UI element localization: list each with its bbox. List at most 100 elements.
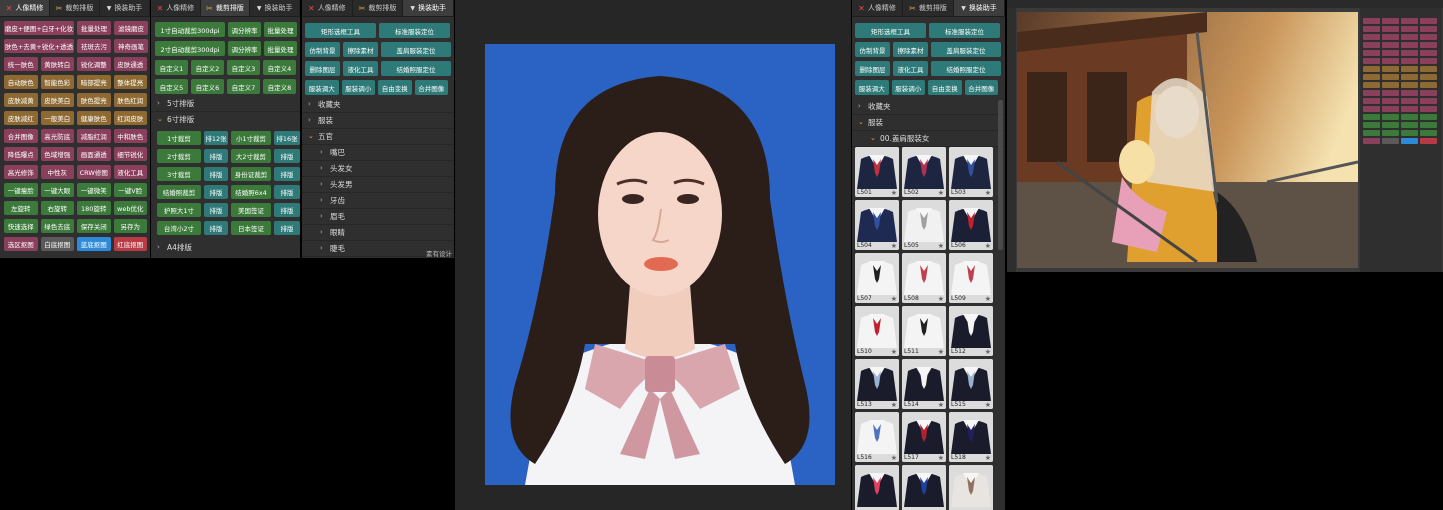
tool-button[interactable]: 红底抠图 [113, 237, 147, 251]
mini-tool-chip[interactable] [1401, 66, 1418, 72]
tool-button[interactable]: 白底抠图 [40, 237, 74, 251]
tool-button[interactable]: 健康肤色 [77, 111, 111, 125]
tool-button[interactable]: 一键微笑 [77, 183, 111, 197]
star-icon[interactable]: ★ [891, 348, 897, 356]
tab-outfit[interactable]: ▼ 换装助手 [403, 0, 454, 16]
tool-button[interactable]: 暗部提亮 [77, 75, 111, 89]
section-5inch[interactable]: › 5寸排版 [157, 96, 194, 110]
mini-tool-chip[interactable] [1401, 42, 1418, 48]
tool-button[interactable]: 删除图层 [305, 61, 340, 76]
tool-button[interactable]: 中性灰 [40, 165, 74, 179]
tool-button[interactable]: 排版 [204, 221, 228, 235]
tool-button[interactable]: 结婚照服定位 [931, 61, 1001, 76]
tool-button[interactable]: 排版 [204, 185, 228, 199]
tool-button[interactable]: 一键大眼 [40, 183, 74, 197]
tool-button[interactable]: 服装调小 [891, 80, 925, 95]
tree-item[interactable]: › 眉毛 [320, 209, 345, 223]
tool-button[interactable]: 黄肤转白 [40, 57, 74, 71]
outfit-thumbnail[interactable]: L511 ★ [902, 306, 946, 356]
mini-tool-chip[interactable] [1420, 90, 1437, 96]
tool-button[interactable]: 肤色提亮 [77, 93, 111, 107]
tool-button[interactable]: CRW修图 [77, 165, 111, 179]
mini-tool-chip[interactable] [1382, 66, 1399, 72]
tree-item[interactable]: › 眼睛 [320, 225, 345, 239]
tool-button[interactable]: 小1寸裁剪 [231, 131, 271, 145]
tool-button[interactable]: 自定义2 [191, 60, 224, 75]
star-icon[interactable]: ★ [938, 189, 944, 197]
tree-item[interactable]: › 收藏夹 [858, 99, 891, 113]
tool-button[interactable]: 排版 [204, 149, 228, 163]
mini-tool-chip[interactable] [1382, 98, 1399, 104]
mini-tool-chip[interactable] [1401, 98, 1418, 104]
tool-button[interactable]: 结婚照服定位 [381, 61, 451, 76]
scrollbar[interactable] [998, 100, 1003, 250]
tool-button[interactable]: 服装调大 [305, 80, 339, 95]
outfit-thumbnail[interactable]: L507 ★ [855, 253, 899, 303]
mini-tool-chip[interactable] [1382, 82, 1399, 88]
mini-tool-chip[interactable] [1382, 26, 1399, 32]
star-icon[interactable]: ★ [938, 242, 944, 250]
outfit-thumbnail[interactable]: L501 ★ [855, 147, 899, 197]
mini-tool-chip[interactable] [1401, 26, 1418, 32]
tool-button[interactable]: 皮肤减黄 [4, 93, 38, 107]
star-icon[interactable]: ★ [938, 295, 944, 303]
tab-retouch[interactable]: ✕ 人像精修 [302, 0, 353, 16]
mini-tool-chip[interactable] [1382, 50, 1399, 56]
tool-button[interactable]: 肤色+去黄+锐化+透透 [4, 39, 74, 53]
tool-button[interactable]: 排版 [274, 149, 300, 163]
tree-item[interactable]: › 头发女 [320, 161, 353, 175]
tool-button[interactable]: 锐化调整 [77, 57, 111, 71]
tool-button[interactable]: 排版 [274, 167, 300, 181]
mini-tool-chip[interactable] [1382, 58, 1399, 64]
mini-tool-chip[interactable] [1363, 50, 1380, 56]
tool-button[interactable]: 仿制背景 [305, 42, 340, 57]
tool-button[interactable]: 身份证裁剪 [231, 167, 271, 181]
tab-crop-layout[interactable]: ✂ 裁剪排版 [200, 0, 251, 16]
tool-button[interactable]: 保存关闭 [77, 219, 111, 233]
mini-tool-chip[interactable] [1363, 42, 1380, 48]
outfit-thumbnail[interactable]: L518 ★ [949, 412, 993, 462]
mini-tool-chip[interactable] [1363, 98, 1380, 104]
tree-item[interactable]: › 头发男 [320, 177, 353, 191]
outfit-thumbnail[interactable]: L514 ★ [902, 359, 946, 409]
tool-button[interactable]: 画面通透 [77, 147, 111, 161]
id-photo[interactable] [485, 44, 835, 485]
tool-button[interactable]: 大2寸裁剪 [231, 149, 271, 163]
tool-button[interactable]: 180旋转 [77, 201, 111, 215]
mini-tool-chip[interactable] [1382, 130, 1399, 136]
mini-tool-chip[interactable] [1363, 122, 1380, 128]
tool-button[interactable]: 一般美白 [40, 111, 74, 125]
tab-outfit[interactable]: ▼ 换装助手 [100, 0, 150, 16]
tree-item[interactable]: ⌄ 五官 [308, 129, 333, 143]
mini-tool-chip[interactable] [1363, 90, 1380, 96]
tool-button[interactable]: 批量处理 [264, 22, 297, 37]
tool-button[interactable]: 一键瘦脸 [4, 183, 38, 197]
tool-button[interactable]: 统一肤色 [4, 57, 38, 71]
mini-tool-chip[interactable] [1420, 114, 1437, 120]
tool-button[interactable]: 绿色去底 [40, 219, 74, 233]
mini-tool-chip[interactable] [1363, 74, 1380, 80]
tree-item[interactable]: › 收藏夹 [308, 97, 341, 111]
mini-tool-chip[interactable] [1382, 106, 1399, 112]
tool-button[interactable]: 皮肤减红 [4, 111, 38, 125]
mini-tool-chip[interactable] [1420, 50, 1437, 56]
tool-button[interactable]: 自由变换 [378, 80, 412, 95]
tool-button[interactable]: 矩形选框工具 [855, 23, 926, 38]
tool-button[interactable]: 自动肤色 [4, 75, 38, 89]
tab-outfit[interactable]: ▼ 换装助手 [954, 0, 1005, 16]
mini-tool-chip[interactable] [1420, 98, 1437, 104]
tool-button[interactable]: 皮肤美白 [40, 93, 74, 107]
tool-button[interactable]: 皮肤通透 [113, 57, 147, 71]
tool-button[interactable]: 色域增强 [40, 147, 74, 161]
tool-button[interactable]: 擦除素材 [343, 42, 378, 57]
star-icon[interactable]: ★ [985, 401, 991, 409]
mini-tool-chip[interactable] [1363, 130, 1380, 136]
mini-tool-chip[interactable] [1420, 74, 1437, 80]
mini-tool-chip[interactable] [1363, 18, 1380, 24]
tree-item[interactable]: › 服装 [308, 113, 333, 127]
outfit-thumbnail[interactable]: L516 ★ [855, 412, 899, 462]
tool-button[interactable]: 高光修饰 [4, 165, 38, 179]
outfit-thumbnail[interactable]: L515 ★ [949, 359, 993, 409]
tool-button[interactable]: 仿制背景 [855, 42, 890, 57]
tool-button[interactable]: web优化 [113, 201, 147, 215]
